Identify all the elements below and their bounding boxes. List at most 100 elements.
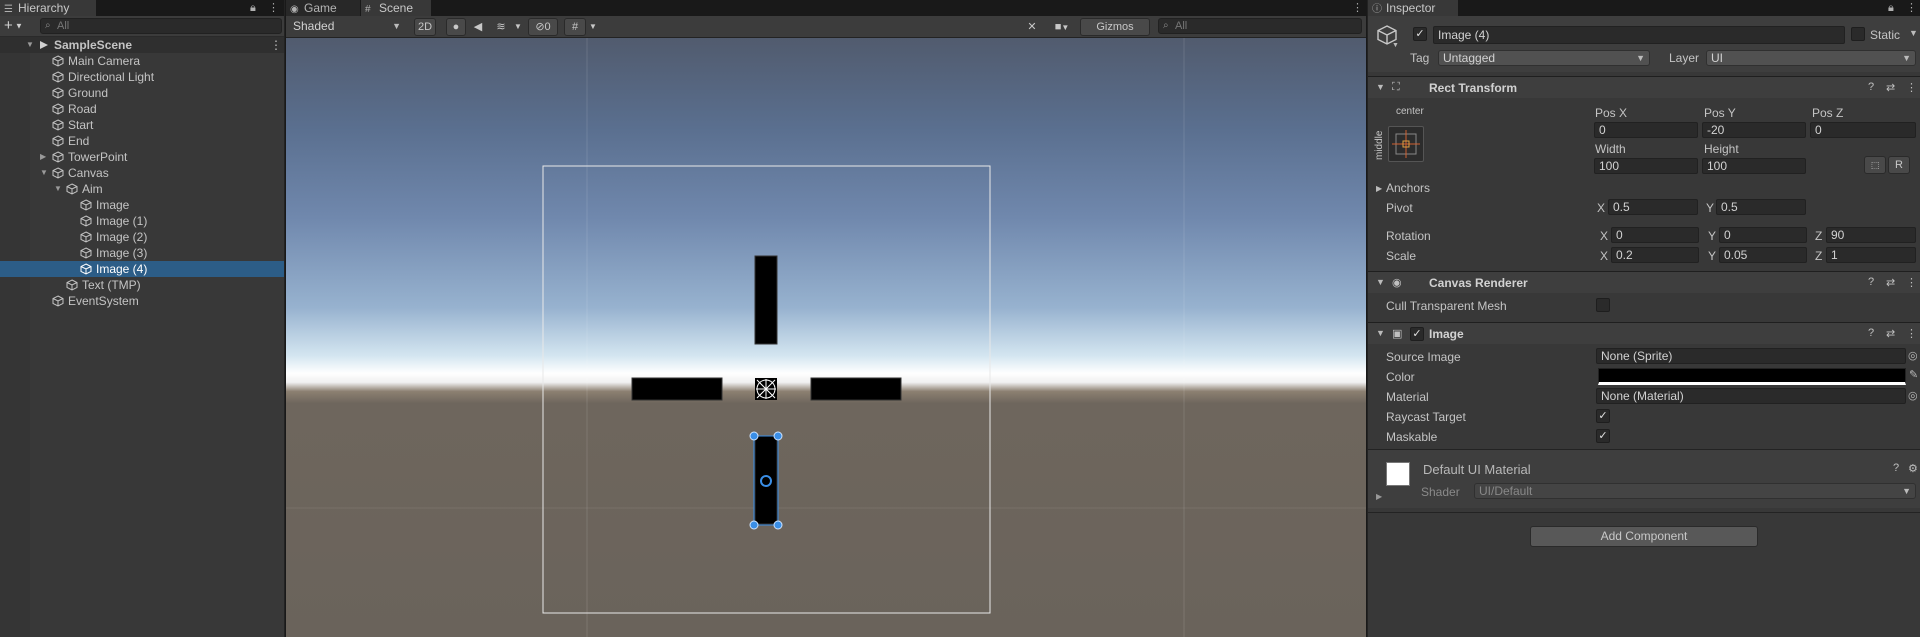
kebab-menu-icon[interactable]: ⋮ (268, 0, 279, 16)
maskable-checkbox[interactable]: ✓ (1596, 429, 1610, 443)
image-enabled-checkbox[interactable]: ✓ (1410, 327, 1424, 341)
collapse-arrow-icon[interactable]: ▶ (40, 149, 46, 165)
aim-bar-left[interactable] (631, 377, 723, 401)
hierarchy-item[interactable]: Image (2) (0, 229, 284, 245)
grid-toggle[interactable]: # (564, 18, 586, 36)
blueprint-mode-button[interactable]: ⬚ (1864, 156, 1886, 174)
scale-x-field[interactable]: 0.2 (1611, 247, 1699, 263)
scene-viewport[interactable] (286, 38, 1366, 637)
tab-game[interactable]: ◉ Game (286, 0, 360, 16)
chevron-right-icon[interactable]: ▶ (1376, 184, 1382, 193)
anchors-label[interactable]: Anchors (1386, 181, 1430, 195)
width-field[interactable]: 100 (1594, 158, 1698, 174)
hierarchy-item[interactable]: Image (1) (0, 213, 284, 229)
effects-dropdown[interactable]: ▼ (512, 18, 524, 36)
pivot-y-field[interactable]: 0.5 (1716, 199, 1806, 215)
object-picker-icon[interactable]: ◎ (1908, 389, 1918, 402)
aim-bar-bottom-selected[interactable] (754, 435, 778, 525)
help-icon[interactable]: ? (1868, 327, 1874, 339)
image-component-header[interactable]: ▼ ▣ ✓ Image ? ⇄ ⋮ (1368, 322, 1920, 344)
pos-z-field[interactable]: 0 (1810, 122, 1916, 138)
hierarchy-item[interactable]: EventSystem (0, 293, 284, 309)
add-component-button[interactable]: Add Component (1530, 526, 1758, 547)
scene-visibility-toggle[interactable]: ⊘0 (528, 18, 558, 36)
tab-scene[interactable]: # Scene (361, 0, 431, 16)
shading-mode-dropdown[interactable]: Shaded ▼ (288, 18, 406, 34)
presets-icon[interactable]: ⇄ (1886, 276, 1895, 289)
raycast-target-checkbox[interactable]: ✓ (1596, 409, 1610, 423)
cull-mesh-checkbox[interactable] (1596, 298, 1610, 312)
eyedropper-icon[interactable]: ✎ (1909, 368, 1918, 381)
expand-arrow-icon[interactable]: ▼ (40, 165, 48, 181)
help-icon[interactable]: ? (1893, 462, 1899, 474)
active-checkbox[interactable]: ✓ (1413, 27, 1427, 41)
audio-toggle[interactable]: ◀︎ (468, 18, 488, 36)
lock-icon[interactable]: 🔒︎ (1888, 0, 1894, 16)
hierarchy-scene-row[interactable]: ▼ SampleScene (0, 37, 284, 53)
kebab-menu-icon[interactable]: ⋮ (1906, 81, 1917, 94)
hierarchy-item[interactable]: Road (0, 101, 284, 117)
hierarchy-item[interactable]: End (0, 133, 284, 149)
hierarchy-item[interactable]: Image (4) (0, 261, 284, 277)
static-checkbox[interactable] (1851, 27, 1865, 41)
gear-icon[interactable]: ⚙ (1908, 462, 1918, 475)
layer-dropdown[interactable]: UI ▼ (1706, 50, 1916, 66)
tab-hierarchy[interactable]: ☰ Hierarchy (0, 0, 96, 16)
object-name-field[interactable]: Image (4) (1433, 26, 1845, 44)
expand-arrow-icon[interactable]: ▼ (54, 181, 62, 197)
aim-bar-right[interactable] (810, 377, 902, 401)
scale-y-field[interactable]: 0.05 (1719, 247, 1807, 263)
chevron-right-icon[interactable]: ▶ (1376, 492, 1382, 501)
tag-dropdown[interactable]: Untagged ▼ (1438, 50, 1650, 66)
kebab-menu-icon[interactable]: ⋮ (1906, 0, 1917, 16)
grid-dropdown[interactable]: ▼ (586, 18, 600, 36)
hierarchy-item[interactable]: ▶ TowerPoint (0, 149, 284, 165)
height-field[interactable]: 100 (1702, 158, 1806, 174)
hierarchy-item[interactable]: Start (0, 117, 284, 133)
hierarchy-item[interactable]: ▼ Aim (0, 181, 284, 197)
hierarchy-item[interactable]: Main Camera (0, 53, 284, 69)
pos-x-field[interactable]: 0 (1594, 122, 1698, 138)
rect-transform-header[interactable]: ▼ ⛶ Rect Transform ? ⇄ ⋮ (1368, 76, 1920, 98)
rot-x-field[interactable]: 0 (1611, 227, 1699, 243)
hierarchy-item[interactable]: Image (3) (0, 245, 284, 261)
hierarchy-item[interactable]: Directional Light (0, 69, 284, 85)
hierarchy-item[interactable]: ▼ Canvas (0, 165, 284, 181)
hierarchy-search-input[interactable]: ⌕ All (40, 18, 282, 34)
anchor-presets-button[interactable] (1388, 126, 1424, 162)
rot-z-field[interactable]: 90 (1826, 227, 1916, 243)
hierarchy-item[interactable]: Text (TMP) (0, 277, 284, 293)
mode-2d-button[interactable]: 2D (414, 18, 436, 36)
expand-arrow-icon[interactable]: ▼ (26, 37, 34, 53)
help-icon[interactable]: ? (1868, 276, 1874, 288)
kebab-menu-icon[interactable]: ⋮ (1906, 276, 1917, 289)
shader-dropdown[interactable]: UI/Default ▼ (1474, 483, 1916, 499)
pos-y-field[interactable]: -20 (1702, 122, 1806, 138)
object-picker-icon[interactable]: ◎ (1908, 349, 1918, 362)
add-button[interactable]: + ▼ (4, 18, 32, 34)
gizmos-dropdown[interactable]: Gizmos (1080, 18, 1150, 36)
lock-icon[interactable]: 🔒︎ (250, 0, 256, 16)
lighting-toggle[interactable]: ● (446, 18, 466, 36)
hierarchy-item[interactable]: Ground (0, 85, 284, 101)
hierarchy-item[interactable]: Image (0, 197, 284, 213)
kebab-menu-icon[interactable]: ⋮ (1352, 0, 1363, 16)
rot-y-field[interactable]: 0 (1719, 227, 1807, 243)
source-image-field[interactable]: None (Sprite) (1596, 348, 1906, 364)
camera-button[interactable]: ■▼ (1048, 18, 1076, 36)
help-icon[interactable]: ? (1868, 81, 1874, 93)
presets-icon[interactable]: ⇄ (1886, 81, 1895, 94)
pivot-x-field[interactable]: 0.5 (1608, 199, 1698, 215)
presets-icon[interactable]: ⇄ (1886, 327, 1895, 340)
tab-inspector[interactable]: ⓘ Inspector (1368, 0, 1458, 16)
scene-menu-icon[interactable]: ⋮ (270, 38, 282, 52)
scene-search-input[interactable]: ⌕ All (1158, 18, 1362, 34)
tools-button[interactable]: ✕ (1022, 18, 1042, 36)
scale-z-field[interactable]: 1 (1826, 247, 1916, 263)
material-field[interactable]: None (Material) (1596, 388, 1906, 404)
canvas-renderer-header[interactable]: ▼ ◉ Canvas Renderer ? ⇄ ⋮ (1368, 271, 1920, 293)
effects-toggle[interactable]: ≋ (490, 18, 512, 36)
color-swatch[interactable] (1598, 368, 1906, 385)
aim-bar-top[interactable] (754, 255, 778, 345)
raw-edit-button[interactable]: R (1888, 156, 1910, 174)
